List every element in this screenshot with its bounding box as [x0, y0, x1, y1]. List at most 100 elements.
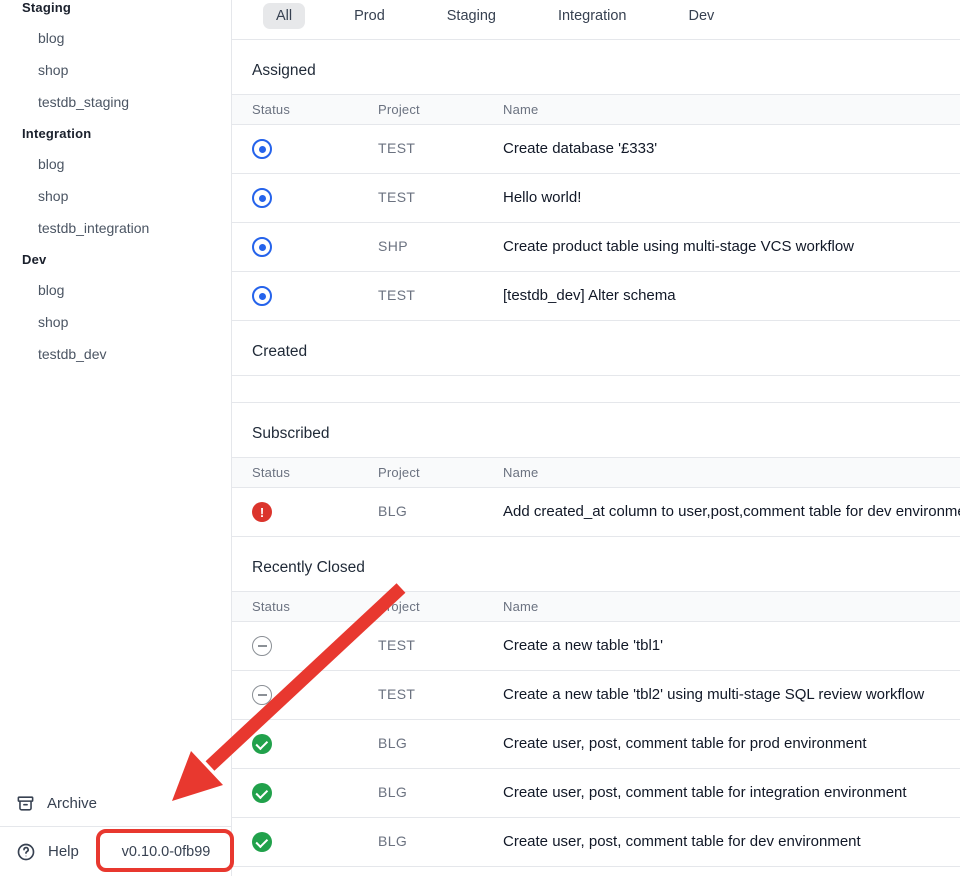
issue-row[interactable]: BLG Create user, post, comment table for … — [232, 818, 960, 867]
project-key: SHP — [378, 238, 408, 254]
name-cell: Create user, post, comment table for pro… — [483, 720, 960, 769]
column-header-status: Status — [232, 592, 358, 622]
project-key: TEST — [378, 686, 415, 702]
sidebar-item-staging-shop[interactable]: shop — [0, 54, 231, 86]
tab-dev[interactable]: Dev — [675, 3, 727, 29]
project-key: TEST — [378, 287, 415, 303]
column-header-status: Status — [232, 95, 358, 125]
issue-row[interactable]: TEST Create a new table 'tbl2' using mult… — [232, 671, 960, 720]
issue-name: Hello world! — [503, 189, 581, 206]
issue-name: Create product table using multi-stage V… — [503, 238, 854, 255]
sidebar-group-integration: Integration — [0, 118, 231, 148]
column-header-name: Name — [483, 95, 960, 125]
name-cell: Create user, post, comment table for int… — [483, 769, 960, 818]
issue-row[interactable]: TEST Create database '£333' — [232, 125, 960, 174]
sidebar-item-integration-shop[interactable]: shop — [0, 180, 231, 212]
project-cell: TEST — [358, 671, 483, 720]
section-assigned: AssignedStatusProjectNameTESTCreate data… — [232, 40, 960, 321]
issue-row[interactable]: TESTHello world! — [232, 174, 960, 223]
column-header-name: Name — [483, 592, 960, 622]
done-status-icon — [252, 832, 272, 852]
sidebar-group-dev: Dev — [0, 244, 231, 274]
name-cell: Create product table using multi-stage V… — [483, 223, 960, 272]
sidebar-item-dev-shop[interactable]: shop — [0, 306, 231, 338]
status-cell — [232, 488, 358, 537]
project-key: TEST — [378, 637, 415, 653]
section-subscribed: SubscribedStatusProjectNameBLGAdd create… — [232, 403, 960, 537]
help-row: Help v0.10.0-0fb99 — [0, 826, 231, 876]
sidebar-item-dev-blog[interactable]: blog — [0, 274, 231, 306]
empty-section-body — [232, 375, 960, 403]
environment-tabbar: All Prod Staging Integration Dev — [232, 0, 960, 40]
status-cell — [232, 769, 358, 818]
issue-row[interactable]: TEST Create a new table 'tbl1' — [232, 622, 960, 671]
main-content: AllProdStagingIntegrationDev AssignedSta… — [232, 0, 960, 876]
tab-integration[interactable]: Integration — [545, 3, 640, 29]
sidebar-item-archive[interactable]: Archive — [0, 780, 231, 826]
tab-staging[interactable]: Staging — [434, 3, 509, 29]
issue-row[interactable]: TEST [testdb_dev] Alter schema — [232, 272, 960, 321]
status-cell — [232, 125, 358, 174]
name-cell: Hello world! — [483, 174, 960, 223]
status-cell — [232, 720, 358, 769]
name-cell: [testdb_dev] Alter schema — [483, 272, 960, 321]
archive-box-icon — [16, 794, 35, 813]
status-cell — [232, 272, 358, 321]
name-cell: Create a new table 'tbl2' using multi-st… — [483, 671, 960, 720]
done-status-icon — [252, 783, 272, 803]
issue-sections: AssignedStatusProjectNameTESTCreate data… — [232, 40, 960, 867]
sidebar-item-dev-testdb-dev[interactable]: testdb_dev — [0, 338, 231, 370]
archive-label: Archive — [47, 795, 97, 812]
project-cell: TEST — [358, 622, 483, 671]
issue-name: Create user, post, comment table for pro… — [503, 735, 867, 752]
project-cell: TEST — [358, 125, 483, 174]
issue-row[interactable]: BLG Create user, post, comment table for … — [232, 769, 960, 818]
project-cell: BLG — [358, 769, 483, 818]
issue-name: Add created_at column to user,post,comme… — [503, 503, 960, 520]
project-key: BLG — [378, 503, 407, 519]
section-title-recently-closed: Recently Closed — [232, 537, 960, 591]
status-cell — [232, 174, 358, 223]
version-label[interactable]: v0.10.0-0fb99 — [100, 827, 232, 876]
project-cell: BLG — [358, 488, 483, 537]
issue-row[interactable]: BLG Add created_at column to user,post,co… — [232, 488, 960, 537]
attention-status-icon — [252, 502, 272, 522]
issue-row[interactable]: BLG Create user, post, comment table for … — [232, 720, 960, 769]
section-title-subscribed: Subscribed — [232, 403, 960, 457]
sidebar-bottom: Archive Help v0.10.0-0fb99 — [0, 780, 231, 876]
name-cell: Create database '£333' — [483, 125, 960, 174]
column-header-name: Name — [483, 458, 960, 488]
issue-row[interactable]: SHP Create product table using multi-stag… — [232, 223, 960, 272]
issue-name: Create a new table 'tbl2' using multi-st… — [503, 686, 924, 703]
project-cell: BLG — [358, 818, 483, 867]
sidebar-item-integration-testdb-integration[interactable]: testdb_integration — [0, 212, 231, 244]
project-key: BLG — [378, 784, 407, 800]
name-cell: Add created_at column to user,post,comme… — [483, 488, 960, 537]
sidebar-item-integration-blog[interactable]: blog — [0, 148, 231, 180]
issue-name: [testdb_dev] Alter schema — [503, 287, 676, 304]
app-window: Stagingblogshoptestdb_stagingIntegration… — [0, 0, 960, 876]
open-status-icon — [252, 139, 272, 159]
section-created: Created — [232, 321, 960, 403]
project-cell: SHP — [358, 223, 483, 272]
project-cell: BLG — [358, 720, 483, 769]
column-header-project: Project — [358, 95, 483, 125]
status-cell — [232, 223, 358, 272]
open-status-icon — [252, 237, 272, 257]
done-status-icon — [252, 734, 272, 754]
issue-name: Create user, post, comment table for dev… — [503, 833, 861, 850]
section-title-created: Created — [232, 321, 960, 375]
tab-all[interactable]: All — [263, 3, 305, 29]
help-label[interactable]: Help — [48, 843, 79, 860]
issue-name: Create a new table 'tbl1' — [503, 637, 663, 654]
project-key: TEST — [378, 140, 415, 156]
issue-table-assigned: StatusProjectName TEST Create database '£3… — [232, 94, 960, 321]
project-cell: TEST — [358, 272, 483, 321]
section-recently-closed: Recently ClosedStatusProjectNameTESTCrea… — [232, 537, 960, 867]
tab-prod[interactable]: Prod — [341, 3, 398, 29]
sidebar: Stagingblogshoptestdb_stagingIntegration… — [0, 0, 232, 876]
open-status-icon — [252, 286, 272, 306]
sidebar-item-staging-blog[interactable]: blog — [0, 22, 231, 54]
status-cell — [232, 818, 358, 867]
sidebar-item-staging-testdb-staging[interactable]: testdb_staging — [0, 86, 231, 118]
